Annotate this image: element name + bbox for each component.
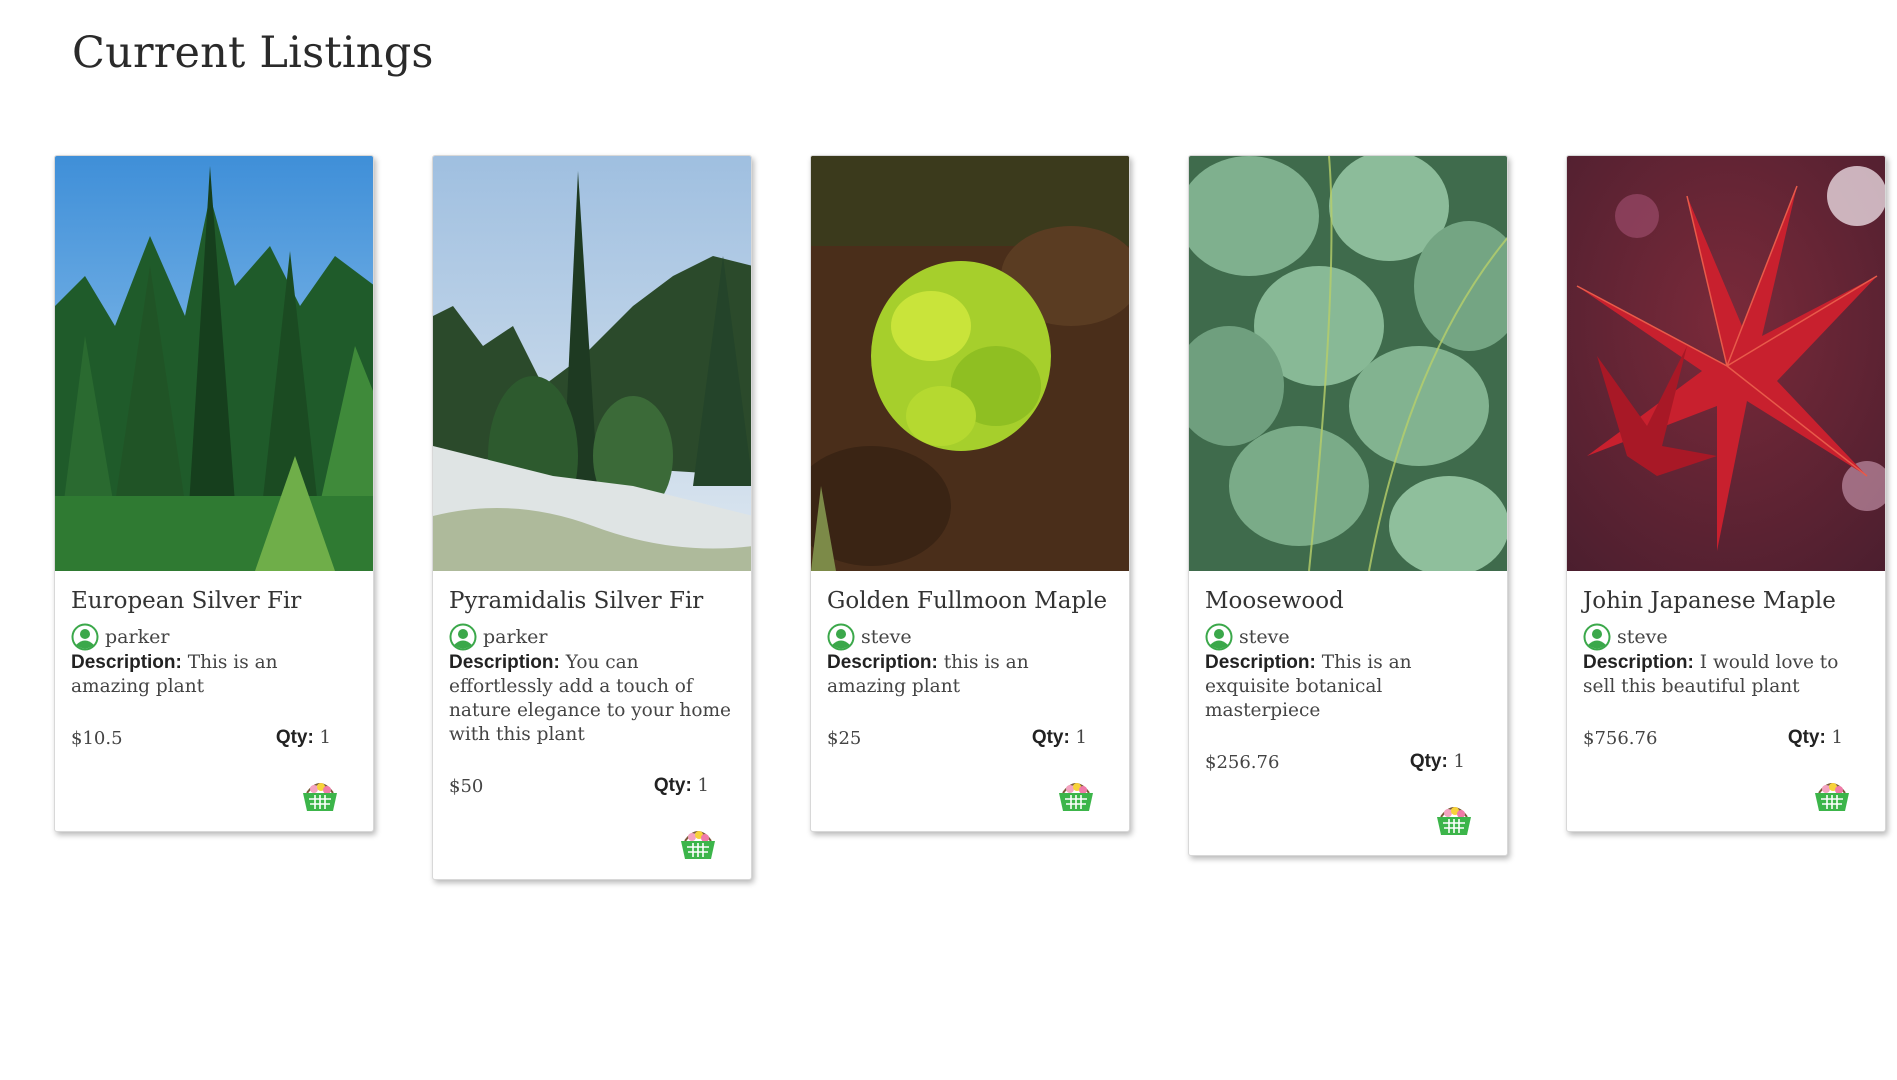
plant-photo-red-maple-leaves bbox=[1567, 156, 1885, 571]
description-label: Description: bbox=[449, 652, 560, 673]
description-label: Description: bbox=[71, 652, 182, 673]
seller-name: steve bbox=[1617, 626, 1668, 648]
price-qty-row: $50 Qty: 1 bbox=[449, 775, 735, 797]
seller-name: steve bbox=[1239, 626, 1290, 648]
quantity: Qty: 1 bbox=[1788, 727, 1843, 749]
user-icon bbox=[1583, 623, 1611, 651]
seller-name: parker bbox=[105, 626, 170, 648]
listing-card[interactable]: European Silver Fir parker Description: … bbox=[54, 155, 374, 832]
seller-info: steve bbox=[1583, 623, 1869, 651]
plant-name[interactable]: European Silver Fir bbox=[71, 585, 357, 617]
plant-name[interactable]: Moosewood bbox=[1205, 585, 1491, 617]
seller-name: steve bbox=[861, 626, 912, 648]
add-to-basket-button[interactable] bbox=[827, 773, 1113, 815]
add-to-basket-button[interactable] bbox=[71, 773, 357, 815]
price: $50 bbox=[449, 775, 484, 797]
listing-card[interactable]: Golden Fullmoon Maple steve Description:… bbox=[810, 155, 1130, 832]
quantity: Qty: 1 bbox=[1410, 751, 1465, 773]
description: Description: this is an amazing plant bbox=[827, 651, 1113, 699]
price-qty-row: $10.5 Qty: 1 bbox=[71, 727, 357, 749]
qty-value: 1 bbox=[697, 775, 709, 796]
add-to-basket-button[interactable] bbox=[1583, 773, 1869, 815]
qty-value: 1 bbox=[319, 727, 331, 748]
listing-card[interactable]: Moosewood steve Description: This is an … bbox=[1188, 155, 1508, 856]
add-to-basket-button[interactable] bbox=[1205, 797, 1491, 839]
basket-icon bbox=[1059, 783, 1093, 811]
qty-label: Qty: bbox=[1031, 727, 1070, 748]
seller-info: parker bbox=[449, 623, 735, 651]
seller-name: parker bbox=[483, 626, 548, 648]
quantity: Qty: 1 bbox=[654, 775, 709, 797]
price-qty-row: $756.76 Qty: 1 bbox=[1583, 727, 1869, 749]
description: Description: I would love to sell this b… bbox=[1583, 651, 1869, 699]
price: $756.76 bbox=[1583, 727, 1658, 749]
price-qty-row: $25 Qty: 1 bbox=[827, 727, 1113, 749]
plant-name[interactable]: Pyramidalis Silver Fir bbox=[449, 585, 735, 617]
price-qty-row: $256.76 Qty: 1 bbox=[1205, 751, 1491, 773]
user-icon bbox=[827, 623, 855, 651]
seller-info: steve bbox=[1205, 623, 1491, 651]
description: Description: You can effortlessly add a … bbox=[449, 651, 735, 747]
plant-photo-evergreen-forest bbox=[55, 156, 373, 571]
price: $25 bbox=[827, 727, 862, 749]
qty-label: Qty: bbox=[1409, 751, 1448, 772]
price: $256.76 bbox=[1205, 751, 1280, 773]
seller-info: steve bbox=[827, 623, 1113, 651]
plant-name[interactable]: Johin Japanese Maple bbox=[1583, 585, 1869, 617]
plant-photo-golden-maple-shrub bbox=[811, 156, 1129, 571]
price: $10.5 bbox=[71, 727, 123, 749]
basket-icon bbox=[1437, 807, 1471, 835]
basket-icon bbox=[1815, 783, 1849, 811]
quantity: Qty: 1 bbox=[1032, 727, 1087, 749]
qty-value: 1 bbox=[1075, 727, 1087, 748]
listing-card[interactable]: Johin Japanese Maple steve Description: … bbox=[1566, 155, 1886, 832]
basket-icon bbox=[681, 831, 715, 859]
description-label: Description: bbox=[1205, 652, 1316, 673]
plant-name[interactable]: Golden Fullmoon Maple bbox=[827, 585, 1113, 617]
qty-label: Qty: bbox=[1787, 727, 1826, 748]
user-icon bbox=[449, 623, 477, 651]
user-icon bbox=[71, 623, 99, 651]
description: Description: This is an exquisite botani… bbox=[1205, 651, 1491, 723]
user-icon bbox=[1205, 623, 1233, 651]
seller-info: parker bbox=[71, 623, 357, 651]
description: Description: This is an amazing plant bbox=[71, 651, 357, 699]
basket-icon bbox=[303, 783, 337, 811]
add-to-basket-button[interactable] bbox=[449, 821, 735, 863]
plant-photo-snowy-garden-fir bbox=[433, 156, 751, 571]
qty-value: 1 bbox=[1831, 727, 1843, 748]
description-label: Description: bbox=[827, 652, 938, 673]
listings-grid: European Silver Fir parker Description: … bbox=[54, 155, 1886, 880]
plant-photo-green-leaves bbox=[1189, 156, 1507, 571]
listing-card[interactable]: Pyramidalis Silver Fir parker Descriptio… bbox=[432, 155, 752, 880]
qty-label: Qty: bbox=[653, 775, 692, 796]
qty-value: 1 bbox=[1453, 751, 1465, 772]
description-label: Description: bbox=[1583, 652, 1694, 673]
page-title: Current Listings bbox=[72, 28, 434, 78]
qty-label: Qty: bbox=[275, 727, 314, 748]
quantity: Qty: 1 bbox=[276, 727, 331, 749]
